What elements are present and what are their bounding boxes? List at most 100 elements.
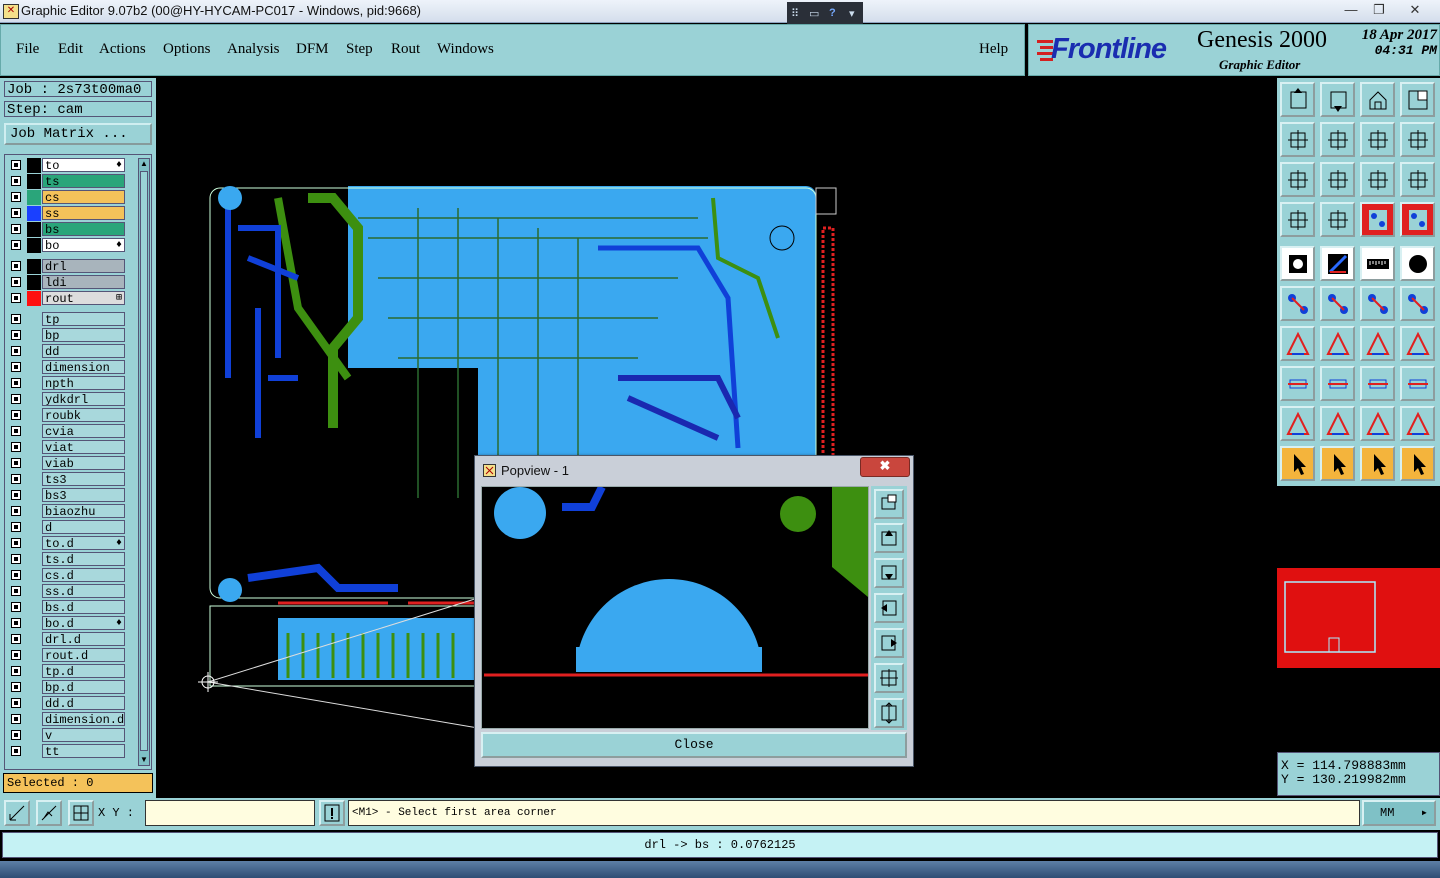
tool-triangle-button[interactable] — [1280, 406, 1315, 441]
menu-windows[interactable]: Windows — [437, 41, 494, 58]
layer-checkbox[interactable] — [11, 634, 21, 644]
tool-circle-button[interactable] — [1400, 246, 1435, 281]
layer-row-bo[interactable]: bo ♦ — [7, 238, 127, 253]
tool-ruler-button[interactable] — [1360, 246, 1395, 281]
tool-zoom-fit-button[interactable] — [1280, 162, 1315, 197]
layer-name[interactable]: bs3 — [42, 488, 125, 502]
layer-name[interactable]: v — [42, 728, 125, 742]
layer-row-dimension[interactable]: dimension — [7, 360, 127, 375]
popview-canvas[interactable] — [481, 485, 869, 729]
layer-row-roubk[interactable]: roubk — [7, 408, 127, 423]
tool-window-button[interactable] — [1400, 82, 1435, 117]
layer-checkbox[interactable] — [11, 378, 21, 388]
tool-cut-button[interactable] — [1320, 366, 1355, 401]
tool-triangle-up-button[interactable] — [1320, 406, 1355, 441]
layer-row-to-d[interactable]: to.d ♦ — [7, 536, 127, 551]
layer-name[interactable]: rout.d — [42, 648, 125, 662]
tool-select-move-button[interactable] — [1400, 446, 1435, 481]
layer-name[interactable]: ts3 — [42, 472, 125, 486]
layer-row-to[interactable]: to ♦ — [7, 158, 127, 173]
layer-checkbox[interactable] — [11, 522, 21, 532]
layer-row-tt[interactable]: tt — [7, 744, 127, 759]
layer-name[interactable]: cs — [42, 190, 125, 204]
tool-pointer-button[interactable] — [1280, 446, 1315, 481]
layer-row-dd[interactable]: dd — [7, 344, 127, 359]
tool-draw-color-button[interactable] — [1320, 246, 1355, 281]
layer-checkbox[interactable] — [11, 394, 21, 404]
layer-checkbox[interactable] — [11, 330, 21, 340]
tool-highlight-button[interactable] — [1360, 202, 1395, 237]
tool-triangle-edit-button[interactable] — [1400, 406, 1435, 441]
layer-name[interactable]: cs.d — [42, 568, 125, 582]
layer-name[interactable]: npth — [42, 376, 125, 390]
layer-row-npth[interactable]: npth — [7, 376, 127, 391]
layer-name[interactable]: roubk — [42, 408, 125, 422]
layer-name[interactable]: tp.d — [42, 664, 125, 678]
layer-name[interactable]: bs.d — [42, 600, 125, 614]
layer-checkbox[interactable] — [11, 261, 21, 271]
tool-scale-1-2-button[interactable] — [1360, 162, 1395, 197]
menu-dfm[interactable]: DFM — [296, 41, 329, 58]
layer-row-ts-d[interactable]: ts.d — [7, 552, 127, 567]
layer-name[interactable]: bo.d ♦ — [42, 616, 125, 630]
tool-pan-right-button[interactable] — [1320, 122, 1355, 157]
layer-checkbox[interactable] — [11, 240, 21, 250]
layer-name[interactable]: dd — [42, 344, 125, 358]
layer-row-ts3[interactable]: ts3 — [7, 472, 127, 487]
layer-name[interactable]: ydkdrl — [42, 392, 125, 406]
popview-pan-left-button[interactable] — [874, 593, 904, 623]
tool-lasso-button[interactable] — [1360, 446, 1395, 481]
layer-row-bp[interactable]: bp — [7, 328, 127, 343]
tool-angle-button[interactable] — [1280, 326, 1315, 361]
layer-scrollbar[interactable]: ▲ ▼ — [138, 158, 150, 766]
menu-rout[interactable]: Rout — [391, 41, 420, 58]
layer-checkbox[interactable] — [11, 570, 21, 580]
tool-redraw-button[interactable] — [1400, 122, 1435, 157]
menu-file[interactable]: File — [16, 41, 39, 58]
tool-help-query-button[interactable] — [1400, 162, 1435, 197]
layer-row-ldi[interactable]: ldi — [7, 275, 127, 290]
layer-row-tp-d[interactable]: tp.d — [7, 664, 127, 679]
layer-name[interactable]: ts — [42, 174, 125, 188]
layer-name[interactable]: tp — [42, 312, 125, 326]
tool-move-button[interactable] — [1280, 366, 1315, 401]
layer-checkbox[interactable] — [11, 714, 21, 724]
tool-dot-line-button[interactable] — [1400, 286, 1435, 321]
popview-pan-down-button[interactable] — [874, 558, 904, 588]
tool-line-button[interactable] — [1360, 286, 1395, 321]
layer-checkbox[interactable] — [11, 410, 21, 420]
layer-name[interactable]: to.d ♦ — [42, 536, 125, 550]
layer-name[interactable]: ss.d — [42, 584, 125, 598]
menu-step[interactable]: Step — [346, 41, 373, 58]
layer-checkbox[interactable] — [11, 490, 21, 500]
keyboard-icon[interactable]: ▭ — [809, 7, 819, 20]
scroll-down-icon[interactable]: ▼ — [139, 755, 149, 765]
tray-menu-icon[interactable]: ▾ — [849, 7, 855, 20]
layer-checkbox[interactable] — [11, 346, 21, 356]
layer-name[interactable]: to ♦ — [42, 158, 125, 172]
layer-row-dd-d[interactable]: dd.d — [7, 696, 127, 711]
tool-snap-point-button[interactable] — [1320, 202, 1355, 237]
layer-row-viab[interactable]: viab — [7, 456, 127, 471]
layer-checkbox[interactable] — [11, 538, 21, 548]
layer-row-drl[interactable]: drl — [7, 259, 127, 274]
tool-arc-button[interactable] — [1360, 326, 1395, 361]
layer-checkbox[interactable] — [11, 746, 21, 756]
minimap[interactable] — [1277, 488, 1440, 750]
layer-row-tp[interactable]: tp — [7, 312, 127, 327]
layer-checkbox[interactable] — [11, 426, 21, 436]
layer-row-bs[interactable]: bs — [7, 222, 127, 237]
tool-connect-button[interactable] — [1280, 286, 1315, 321]
layer-row-viat[interactable]: viat — [7, 440, 127, 455]
menu-options[interactable]: Options — [163, 41, 211, 58]
layer-checkbox[interactable] — [11, 602, 21, 612]
layer-name[interactable]: bo ♦ — [42, 238, 125, 252]
layer-name[interactable]: cvia — [42, 424, 125, 438]
layer-row-rout[interactable]: rout ⊞ — [7, 291, 127, 306]
layer-checkbox[interactable] — [11, 293, 21, 303]
layer-name[interactable]: viat — [42, 440, 125, 454]
layer-name[interactable]: drl.d — [42, 632, 125, 646]
layer-checkbox[interactable] — [11, 208, 21, 218]
popview-zoom-out-button[interactable] — [874, 663, 904, 693]
layer-row-dimension-d[interactable]: dimension.d — [7, 712, 127, 727]
